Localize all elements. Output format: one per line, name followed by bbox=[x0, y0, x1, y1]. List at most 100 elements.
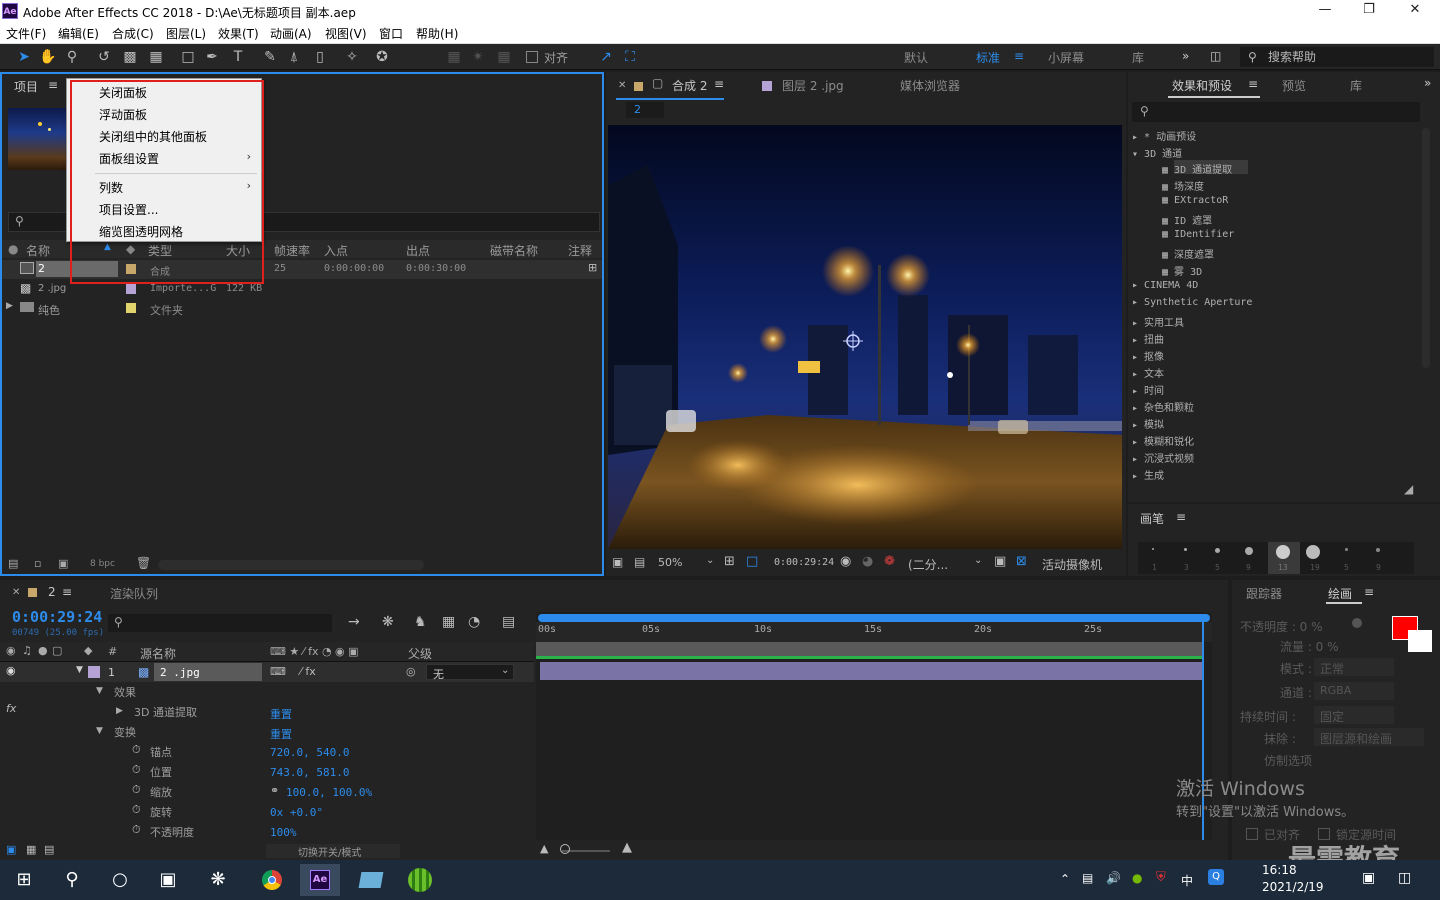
panel-menu-icon[interactable]: ≡ bbox=[1248, 77, 1258, 91]
transparency-grid-icon[interactable]: ⊠ bbox=[1016, 554, 1027, 569]
aligned-checkbox[interactable] bbox=[1246, 828, 1258, 840]
close-tab-icon[interactable]: ✕ bbox=[618, 80, 626, 91]
workspace-libraries[interactable]: 库 bbox=[1132, 49, 1144, 66]
notebook-app-icon[interactable] bbox=[350, 864, 390, 896]
pan-behind-tool-icon[interactable]: ▦ bbox=[146, 47, 166, 67]
menu-file[interactable]: 文件(F) bbox=[6, 25, 46, 42]
panel-menu-icon[interactable]: ≡ bbox=[48, 78, 58, 92]
after-effects-taskbar-icon[interactable]: Ae bbox=[300, 864, 340, 896]
panel-menu-icon[interactable]: ≡ bbox=[1364, 585, 1374, 599]
search-help-input[interactable]: ⚲ 搜索帮助 bbox=[1240, 47, 1434, 67]
zoom-out-icon[interactable]: ▲ bbox=[540, 842, 548, 855]
edit-workspace-icon[interactable]: ◫ bbox=[1210, 49, 1221, 63]
opacity-value[interactable]: 100% bbox=[270, 826, 297, 839]
audio-toggle-icon[interactable]: ♫ bbox=[22, 644, 32, 657]
anchor-point-value[interactable]: 720.0, 540.0 bbox=[270, 746, 349, 759]
time-graph[interactable]: 00s 05s 10s 15s 20s 25s bbox=[536, 612, 1212, 840]
minimize-button[interactable]: — bbox=[1310, 2, 1340, 20]
expand-arrow-icon[interactable]: ▼ bbox=[76, 665, 83, 675]
prop-effects[interactable]: 效果 bbox=[114, 684, 136, 700]
eraser-tool-icon[interactable]: ▯ bbox=[310, 47, 330, 67]
notifications-icon[interactable]: ◫ bbox=[1398, 870, 1411, 886]
workspace-standard[interactable]: 标准 bbox=[976, 49, 1000, 66]
snapshot-icon[interactable]: ◉ bbox=[840, 554, 851, 569]
paint-channel-select[interactable]: RGBA bbox=[1314, 682, 1394, 700]
axis-view-icon[interactable]: ▦ bbox=[494, 47, 514, 67]
parent-select[interactable]: 无 ⌄ bbox=[426, 664, 514, 681]
roto-brush-tool-icon[interactable]: ✧ bbox=[342, 47, 362, 67]
rectangle-tool-icon[interactable]: □ bbox=[178, 47, 198, 67]
menu-layer[interactable]: 图层(L) bbox=[166, 25, 206, 42]
stopwatch-icon[interactable]: ⏱ bbox=[132, 823, 141, 837]
menu-window[interactable]: 窗口 bbox=[379, 25, 403, 42]
in-out-icon[interactable]: ▤ bbox=[44, 843, 54, 856]
tab-libraries[interactable]: 库 bbox=[1350, 77, 1362, 94]
more-panels-icon[interactable]: » bbox=[1424, 76, 1431, 90]
quality-switch-icon[interactable]: ⁄ fx bbox=[300, 665, 316, 678]
tab-tracker[interactable]: 跟踪器 bbox=[1246, 585, 1282, 602]
tab-composition[interactable]: 合成 2 bbox=[672, 77, 707, 94]
menu-animation[interactable]: 动画(A) bbox=[270, 25, 312, 42]
reset-link[interactable]: 重置 bbox=[270, 706, 292, 722]
new-preset-icon[interactable]: ◢ bbox=[1404, 482, 1413, 496]
vertical-scrollbar[interactable] bbox=[1422, 128, 1430, 368]
safe-zones-icon[interactable]: ⊞ bbox=[724, 554, 735, 569]
current-time-display[interactable]: 0:00:29:24 bbox=[12, 608, 102, 626]
video-toggle-icon[interactable]: ◉ bbox=[6, 644, 16, 657]
fx-icon[interactable]: fx bbox=[6, 702, 16, 715]
tree-category[interactable]: ▸ 模糊和锐化 bbox=[1132, 433, 1194, 448]
text-tool-icon[interactable]: T bbox=[228, 47, 248, 67]
parent-pick-whip-icon[interactable]: ◎ bbox=[406, 665, 416, 678]
clock-date[interactable]: 2021/2/19 bbox=[1262, 880, 1324, 894]
brush-tool-icon[interactable]: ✎ bbox=[260, 47, 280, 67]
horizontal-scrollbar[interactable] bbox=[158, 560, 424, 570]
resolution-select[interactable]: (二分... bbox=[908, 556, 948, 573]
task-view-icon[interactable]: ▣ bbox=[148, 864, 188, 896]
ime-indicator[interactable]: 中 bbox=[1181, 872, 1193, 889]
col-source-name[interactable]: 源名称 bbox=[140, 645, 176, 662]
close-button[interactable]: ✕ bbox=[1400, 2, 1430, 20]
brush-tip-grid[interactable]: 1 3 5 9 13 19 5 9 bbox=[1138, 542, 1414, 574]
stopwatch-icon[interactable]: ⏱ bbox=[132, 783, 141, 797]
effect-item[interactable]: ▦ EXtractoR bbox=[1162, 195, 1228, 206]
comp-breadcrumb[interactable]: 2 bbox=[626, 102, 664, 118]
maximize-button[interactable]: ❐ bbox=[1354, 2, 1384, 20]
clone-stamp-tool-icon[interactable]: ⍋ bbox=[284, 47, 304, 67]
tree-category[interactable]: ▸ 沉浸式视频 bbox=[1132, 450, 1194, 465]
puppet-tool-icon[interactable]: ✪ bbox=[372, 47, 392, 67]
timeline-search-input[interactable]: ⚲ bbox=[108, 614, 332, 632]
effect-item[interactable]: ▦ 雾 3D bbox=[1162, 263, 1202, 278]
cortana-icon[interactable]: ○ bbox=[100, 864, 140, 896]
paint-mode-select[interactable]: 正常 bbox=[1314, 658, 1394, 676]
shy-switch-icon[interactable]: ⌨ bbox=[270, 665, 286, 678]
volume-icon[interactable]: 🔊 bbox=[1106, 871, 1121, 885]
tree-category-presets[interactable]: ▸ * 动画预设 bbox=[1132, 128, 1196, 143]
axis-local-icon[interactable]: ▦ bbox=[444, 47, 464, 67]
col-fps[interactable]: 帧速率 bbox=[274, 242, 310, 259]
more-workspaces-icon[interactable]: » bbox=[1182, 49, 1189, 63]
tree-category[interactable]: ▸ 文本 bbox=[1132, 365, 1164, 380]
menu-edit[interactable]: 编辑(E) bbox=[58, 25, 99, 42]
solo-toggle-icon[interactable]: ● bbox=[38, 644, 48, 657]
zoom-tool-icon[interactable]: ⚲ bbox=[62, 47, 82, 67]
tab-comp-timeline[interactable]: 2 bbox=[48, 585, 56, 599]
graph-editor-icon[interactable]: ▤ bbox=[502, 614, 515, 630]
delete-icon[interactable]: 🗑 bbox=[136, 556, 151, 570]
zoom-select[interactable]: 50% bbox=[658, 556, 682, 569]
stopwatch-icon[interactable]: ⏱ bbox=[132, 763, 141, 777]
draft-3d-icon[interactable]: ❋ bbox=[382, 614, 394, 630]
col-name[interactable]: 名称 bbox=[26, 242, 50, 259]
qq-icon[interactable]: Q bbox=[1208, 869, 1224, 885]
tree-category[interactable]: ▸ 杂色和颗粒 bbox=[1132, 399, 1194, 414]
rotate-tool-icon[interactable]: ↺ bbox=[94, 47, 114, 67]
menu-help[interactable]: 帮助(H) bbox=[416, 25, 458, 42]
mask-visibility-icon[interactable]: □ bbox=[746, 554, 758, 569]
workspace-small-screen[interactable]: 小屏幕 bbox=[1048, 49, 1084, 66]
zoom-in-icon[interactable]: ▲ bbox=[622, 840, 632, 855]
messages-icon[interactable]: ▣ bbox=[1362, 870, 1375, 886]
region-of-interest-icon[interactable]: ▣ bbox=[994, 554, 1006, 569]
layer-name[interactable]: 2 .jpg bbox=[160, 666, 200, 679]
lock-toggle-icon[interactable]: ▢ bbox=[52, 644, 62, 657]
toggle-switches-modes-button[interactable]: 切换开关/模式 bbox=[266, 844, 400, 859]
security-shield-icon[interactable]: ⛨ bbox=[1156, 870, 1166, 885]
